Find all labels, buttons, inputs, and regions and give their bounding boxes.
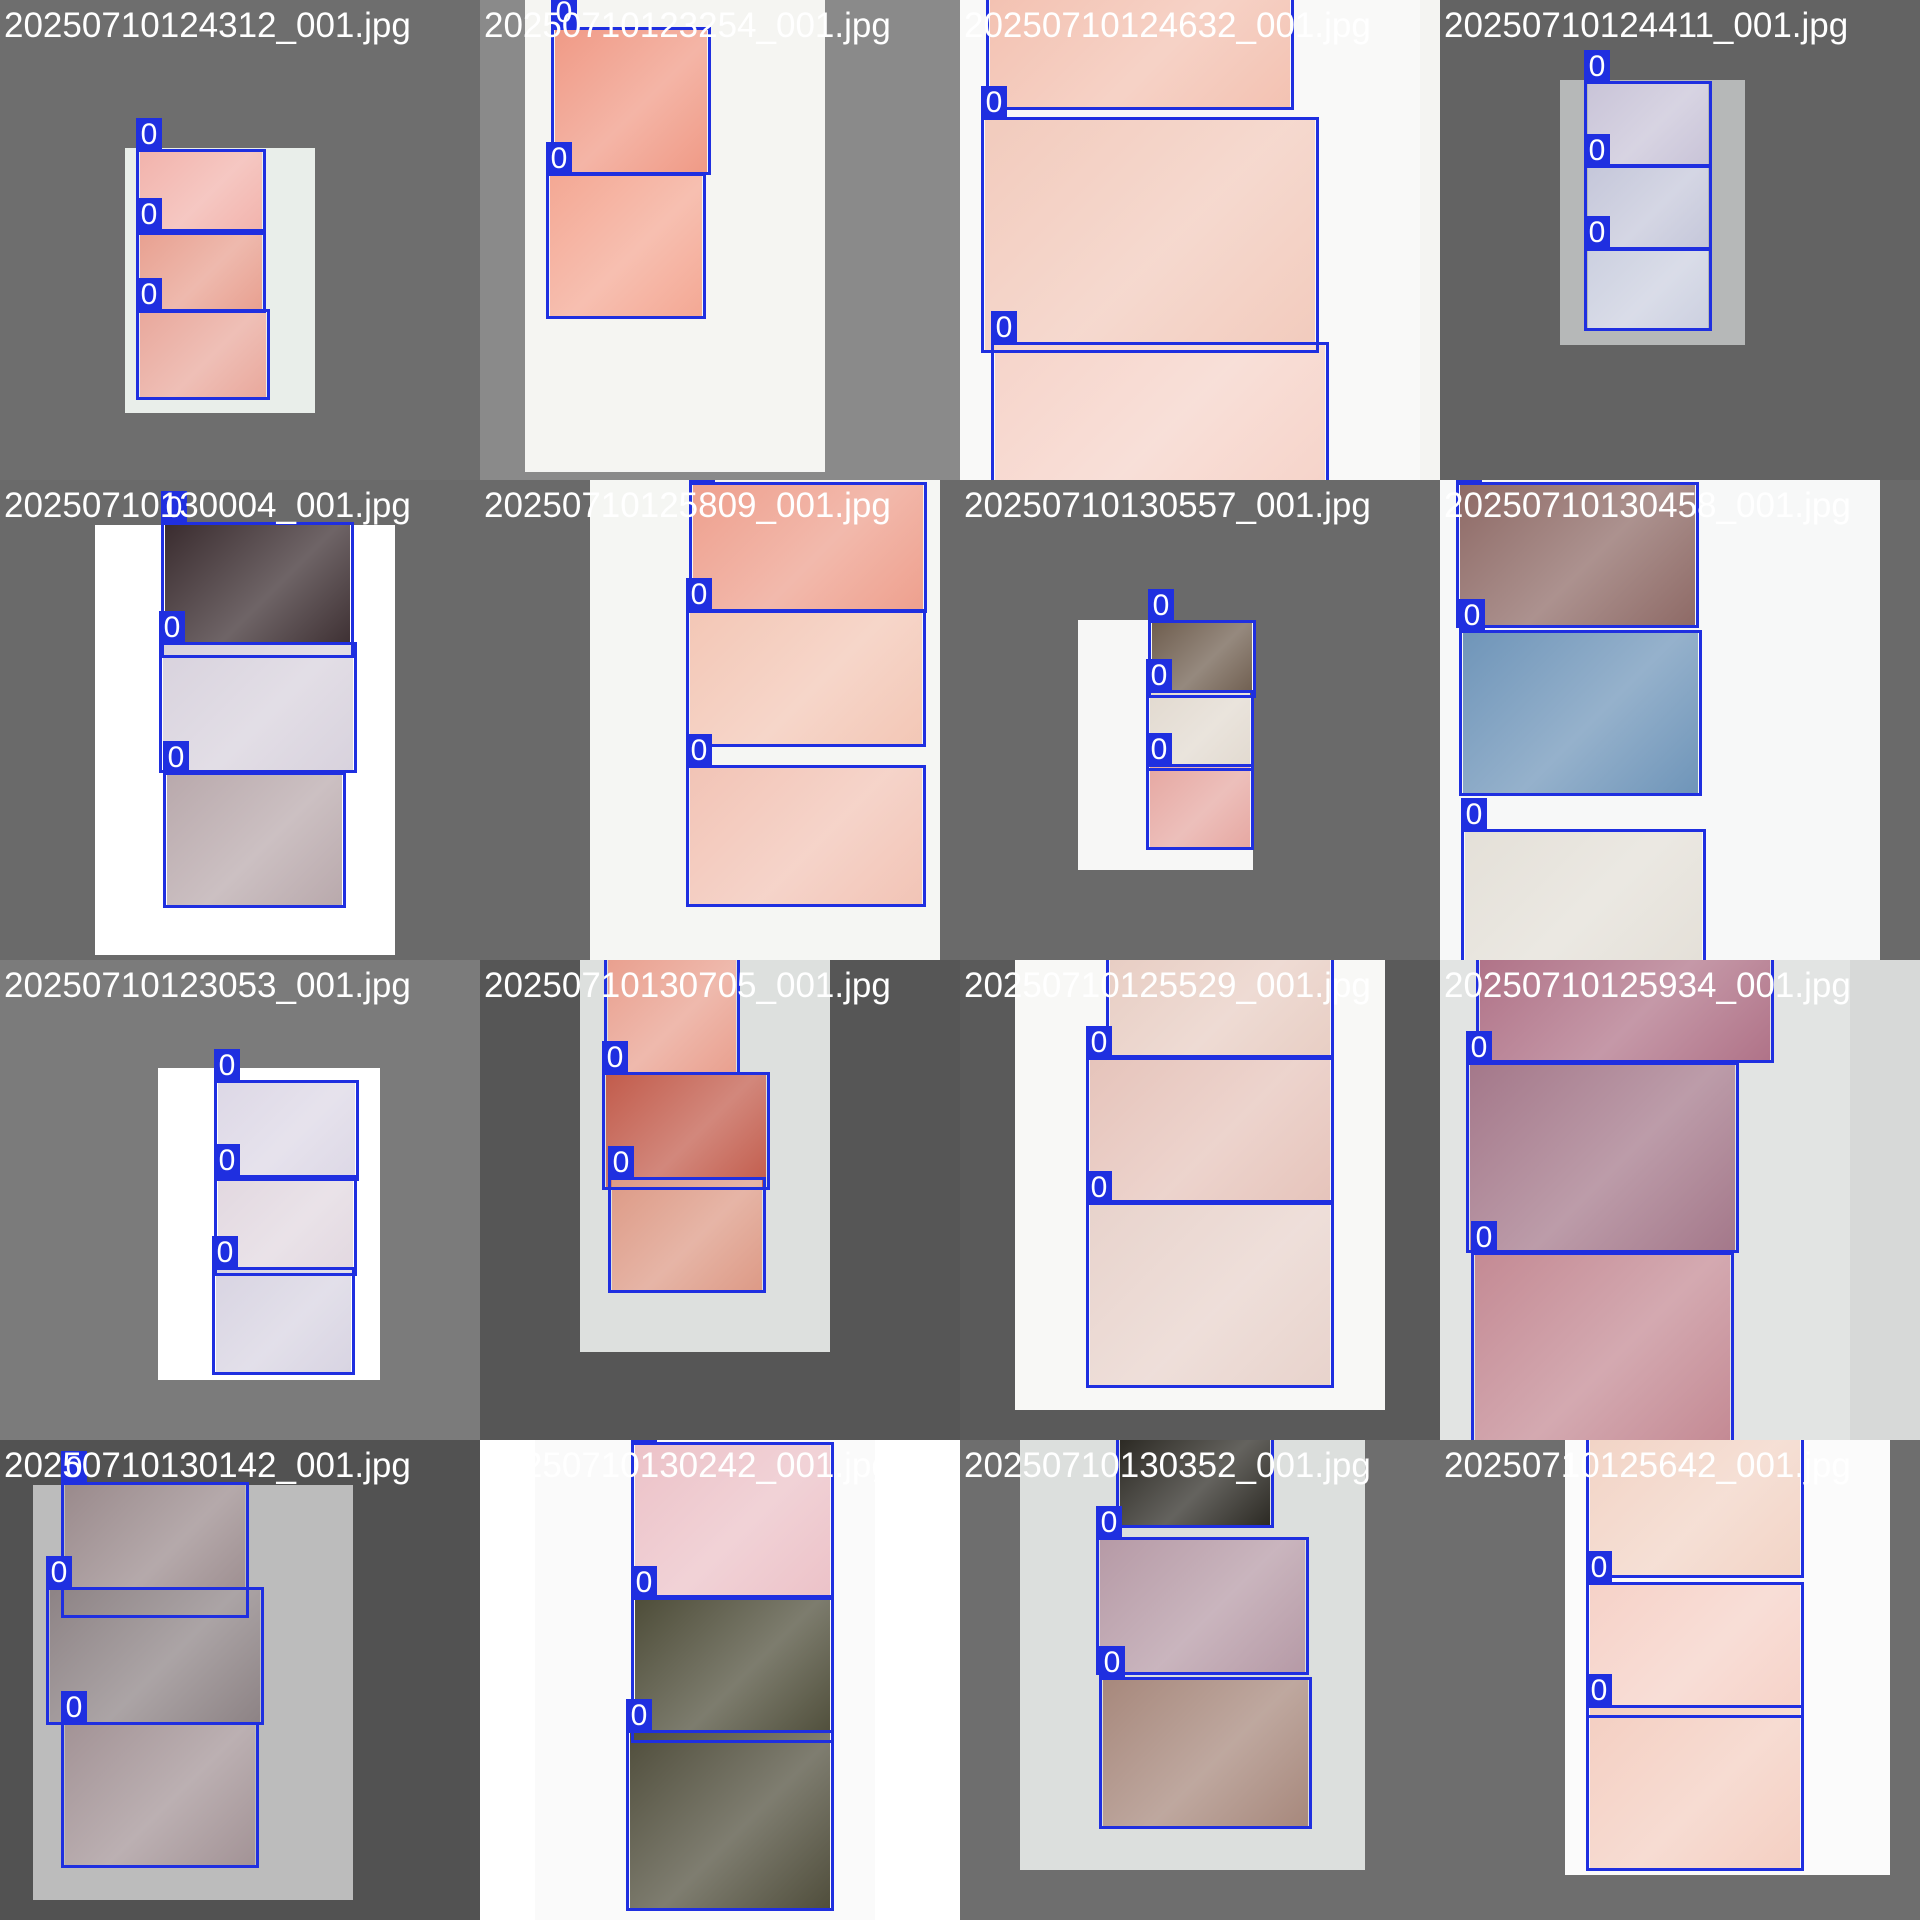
- detection-class-label: 0: [136, 118, 162, 152]
- detection-class-label: 0: [686, 734, 712, 768]
- detection-class-label: 0: [1096, 1506, 1122, 1540]
- detection-box: 0: [981, 86, 1319, 353]
- tile-filename: 20250710125642_001.jpg: [1444, 1446, 1851, 1485]
- detection-box: 0: [1471, 1221, 1734, 1440]
- detection-class-label: 0: [1099, 1646, 1125, 1680]
- image-tile: 00020250710125809_001.jpg: [480, 480, 960, 960]
- detection-class-label: 0: [136, 278, 162, 312]
- detection-box: 0: [546, 142, 706, 319]
- detection-box: 0: [686, 734, 926, 907]
- tile-filename: 20250710125529_001.jpg: [964, 966, 1371, 1005]
- image-tile: 00020250710130352_001.jpg: [960, 1440, 1440, 1920]
- detection-box: 0: [631, 1566, 834, 1743]
- tile-filename: 20250710123254_001.jpg: [484, 6, 891, 45]
- detection-box: 0: [686, 578, 926, 747]
- image-tile: 00020250710130705_001.jpg: [480, 960, 960, 1440]
- detection-box: 0: [61, 1691, 259, 1868]
- image-tile: 0 0 0 20250710124312_001.jpg: [0, 0, 480, 480]
- detection-class-label: 0: [159, 611, 185, 645]
- tile-filename: 20250710130352_001.jpg: [964, 1446, 1371, 1485]
- detection-class-label: 0: [136, 198, 162, 232]
- detection-class-label: 0: [1086, 1026, 1112, 1060]
- detection-class-label: 0: [46, 1556, 72, 1590]
- tile-filename: 20250710130242_001.jpg: [484, 1446, 891, 1485]
- detection-box: 0: [608, 1146, 766, 1293]
- detection-class-label: 0: [212, 1236, 238, 1270]
- detection-class-label: 0: [1148, 589, 1174, 623]
- detection-class-label: 0: [1466, 1031, 1492, 1065]
- tile-filename: 20250710123053_001.jpg: [4, 966, 411, 1005]
- image-tile: 00020250710125642_001.jpg: [1440, 1440, 1920, 1920]
- detection-class-label: 0: [1586, 1551, 1612, 1585]
- tile-filename: 20250710124632_001.jpg: [964, 6, 1371, 45]
- image-tile: 00020250710130242_001.jpg: [480, 1440, 960, 1920]
- detection-class-label: 0: [214, 1144, 240, 1178]
- image-tile: 0 0 0 20250710130557_001.jpg: [960, 480, 1440, 960]
- tile-filename: 20250710130458_001.jpg: [1444, 486, 1851, 525]
- tile-filename: 20250710124312_001.jpg: [4, 6, 411, 45]
- detection-box: 0: [1099, 1646, 1312, 1829]
- tile-filename: 20250710130557_001.jpg: [964, 486, 1371, 525]
- detection-class-label: 0: [991, 311, 1017, 345]
- detection-class-label: 0: [626, 1699, 652, 1733]
- detection-class-label: 0: [1471, 1221, 1497, 1255]
- image-tile: 0 0 0 20250710130004_001.jpg: [0, 480, 480, 960]
- detection-box: 0: [1586, 1551, 1804, 1718]
- detection-box: 0: [1584, 216, 1712, 331]
- detection-box: 0: [1086, 1026, 1334, 1203]
- detection-grid: 0 0 0 20250710124312_001.jpg 0 0 2025071012325…: [0, 0, 1920, 1920]
- detection-class-label: 0: [546, 142, 572, 176]
- image-tile: 0 0 0 20250710123053_001.jpg: [0, 960, 480, 1440]
- detection-class-label: 0: [214, 1049, 240, 1083]
- detection-box: 0: [136, 278, 270, 400]
- detection-class-label: 0: [1461, 798, 1487, 832]
- detection-class-label: 0: [1584, 50, 1610, 84]
- detection-box: 0: [991, 311, 1329, 480]
- tile-filename: 20250710124411_001.jpg: [1444, 6, 1849, 45]
- detection-class-label: 0: [1586, 1674, 1612, 1708]
- tile-filename: 20250710125934_001.jpg: [1444, 966, 1851, 1005]
- detection-box: 0: [212, 1236, 355, 1375]
- detection-box: 0: [1461, 798, 1706, 960]
- detection-box: 0: [1466, 1031, 1739, 1253]
- detection-box: 0: [1146, 733, 1254, 850]
- image-tile: 00020250710125934_001.jpg: [1440, 960, 1920, 1440]
- detection-class-label: 0: [1584, 216, 1610, 250]
- tile-filename: 20250710130142_001.jpg: [4, 1446, 411, 1485]
- image-tile: 0 0 20250710123254_001.jpg: [480, 0, 960, 480]
- tile-filename: 20250710130705_001.jpg: [484, 966, 891, 1005]
- tile-filename: 20250710130004_001.jpg: [4, 486, 411, 525]
- detection-class-label: 0: [1146, 659, 1172, 693]
- image-tile: 00020250710130458_001.jpg: [1440, 480, 1920, 960]
- detection-box: 0: [161, 491, 354, 658]
- detection-class-label: 0: [631, 1566, 657, 1600]
- tile-filename: 20250710125809_001.jpg: [484, 486, 891, 525]
- detection-box: 0: [1586, 1674, 1804, 1871]
- detection-box: 0: [163, 741, 346, 908]
- detection-class-label: 0: [602, 1041, 628, 1075]
- detection-box: 0: [551, 0, 711, 175]
- detection-class-label: 0: [1459, 599, 1485, 633]
- detection-class-label: 0: [686, 578, 712, 612]
- detection-class-label: 0: [608, 1146, 634, 1180]
- detection-class-label: 0: [981, 86, 1007, 120]
- detection-class-label: 0: [61, 1691, 87, 1725]
- detection-box: 0: [626, 1699, 834, 1911]
- detection-class-label: 0: [1146, 733, 1172, 767]
- image-tile: 00020250710125529_001.jpg: [960, 960, 1440, 1440]
- detection-class-label: 0: [1584, 134, 1610, 168]
- detection-class-label: 0: [1086, 1171, 1112, 1205]
- image-tile: 0 0 0 20250710130142_001.jpg: [0, 1440, 480, 1920]
- detection-class-label: 0: [163, 741, 189, 775]
- image-tile: 00020250710124632_001.jpg: [960, 0, 1440, 480]
- detection-box: 0: [1459, 599, 1702, 796]
- detection-box: 0: [1096, 1506, 1309, 1675]
- image-tile: 0 0 0 20250710124411_001.jpg: [1440, 0, 1920, 480]
- detection-box: 0: [1086, 1171, 1334, 1388]
